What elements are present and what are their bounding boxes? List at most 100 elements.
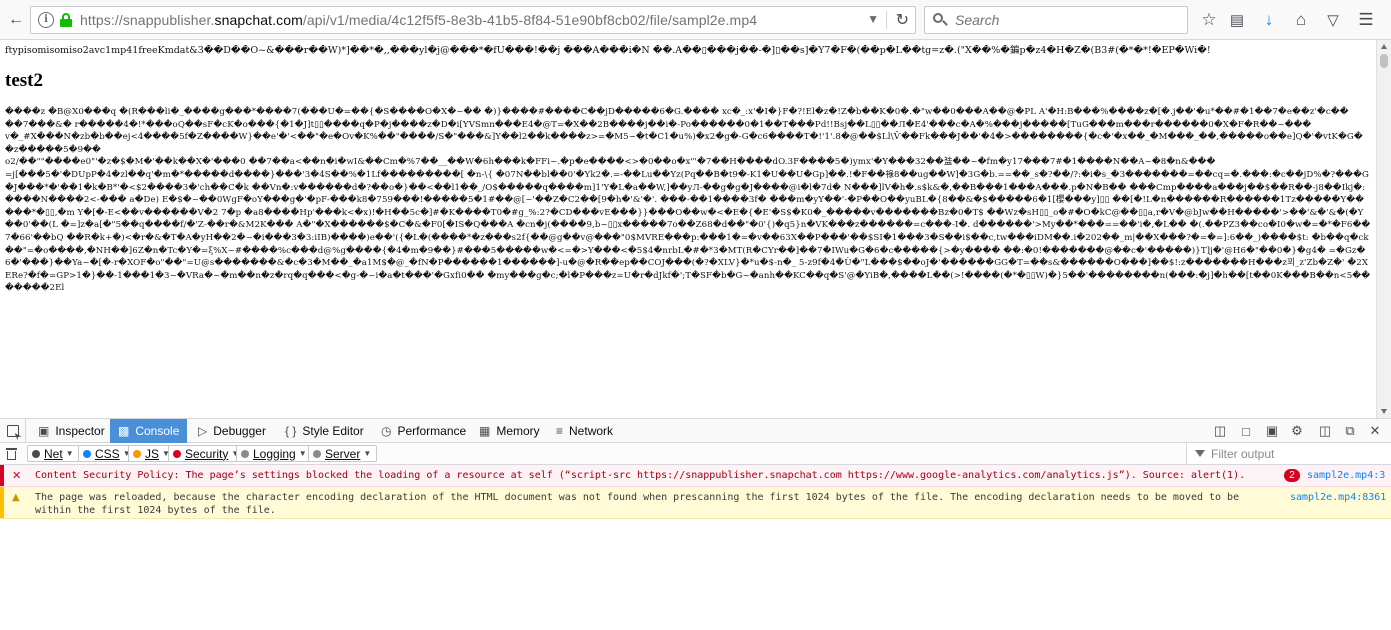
back-arrow-icon[interactable]: ← xyxy=(3,8,29,32)
url-path: /api/v1/media/4c12f5f5-8e3b-41b5-8f84-51… xyxy=(302,12,758,28)
page-heading: test2 xyxy=(5,70,43,91)
console-error-message[interactable]: ✕ Content Security Policy: The page’s se… xyxy=(0,465,1391,487)
tab-network[interactable]: ≡ Network xyxy=(548,419,621,443)
home-icon[interactable]: ⌂ xyxy=(1290,9,1312,31)
filter-funnel-icon xyxy=(1195,450,1205,457)
message-text: Content Security Policy: The page’s sett… xyxy=(35,470,1246,481)
reload-icon[interactable]: ↻ xyxy=(896,10,909,30)
tab-debugger[interactable]: ▷ Debugger xyxy=(190,419,274,443)
scrollbar-thumb[interactable] xyxy=(1380,54,1388,68)
scroll-up-icon[interactable] xyxy=(1381,44,1387,49)
security-dot-icon xyxy=(173,449,181,458)
tab-console[interactable]: ▩ Console xyxy=(110,419,187,443)
pocket-icon[interactable]: ▽ xyxy=(1322,9,1344,31)
tab-label: Network xyxy=(569,424,614,438)
chevron-down-icon: ▼ xyxy=(65,449,74,458)
url-separator xyxy=(886,11,887,29)
filter-label: Logging xyxy=(253,446,296,461)
screenshot-icon[interactable]: ▣ xyxy=(1263,422,1281,440)
filter-logging-button[interactable]: Logging ▼ xyxy=(236,445,313,462)
performance-icon: ◷ xyxy=(381,424,392,438)
message-source-link[interactable]: sampl2e.mp4:3 xyxy=(1307,469,1385,482)
network-icon: ≡ xyxy=(556,424,564,438)
url-text[interactable]: https://snappublisher.snapchat.com/api/v… xyxy=(80,12,757,28)
debugger-icon: ▷ xyxy=(198,424,208,438)
scroll-down-icon[interactable] xyxy=(1381,409,1387,414)
binary-tail: =j[���5�'�DUpP�4�zl��q'�m�*�����d����}��… xyxy=(5,169,1371,294)
settings-gear-icon[interactable]: ⚙ xyxy=(1288,422,1306,440)
search-bar[interactable] xyxy=(924,6,1188,34)
warning-bar xyxy=(0,487,4,518)
download-icon[interactable]: ↓ xyxy=(1258,9,1280,31)
separate-window-icon[interactable]: ⧉ xyxy=(1341,422,1359,440)
page-content: ftypisomisomiso2avc1mp41freeKmdat&3��D��… xyxy=(0,40,1376,418)
filter-output-input[interactable] xyxy=(1211,446,1391,461)
console-icon: ▩ xyxy=(118,424,130,438)
net-dot-icon xyxy=(32,449,40,458)
tab-performance[interactable]: ◷ Performance xyxy=(373,419,474,443)
memory-icon: ▦ xyxy=(479,424,491,438)
url-prefix: https://snappublisher. xyxy=(80,12,215,28)
star-icon[interactable]: ☆ xyxy=(1198,9,1220,31)
warning-triangle-icon: ▲ xyxy=(12,492,20,503)
dock-side-icon[interactable]: ◫ xyxy=(1316,422,1334,440)
binary-line: v�_#X���N�zb�b��ej<4����5f�Z����W}��e'�'… xyxy=(5,132,1363,155)
console-warning-message[interactable]: ▲ The page was reloaded, because the cha… xyxy=(0,487,1391,519)
binary-body-text: ����z �B@X0���q �(R���li�_����g���*����7… xyxy=(5,106,1371,418)
binary-line: o2/��""����e0"'�z�$�M�'��k��X�'���0 ��7�… xyxy=(5,157,1216,168)
message-source-link[interactable]: sampl2e.mp4:8361 xyxy=(1290,491,1386,504)
chevron-down-icon: ▼ xyxy=(298,449,307,458)
filter-label: JS xyxy=(145,446,160,461)
binary-line: ����z �B@X0���q �(R���li�_����g���*����7… xyxy=(5,107,1349,117)
responsive-design-icon[interactable]: □ xyxy=(1237,422,1255,440)
error-bar xyxy=(0,465,4,486)
inspector-icon: ▣ xyxy=(38,424,50,438)
filter-output-field[interactable] xyxy=(1186,443,1391,464)
binary-header-text: ftypisomisomiso2avc1mp41freeKmdat&3��D��… xyxy=(5,45,1211,56)
logging-dot-icon xyxy=(241,449,249,458)
clear-console-icon[interactable] xyxy=(6,447,17,460)
filter-label: CSS xyxy=(95,446,120,461)
tab-label: Debugger xyxy=(213,424,266,438)
tab-memory[interactable]: ▦ Memory xyxy=(471,419,548,443)
tab-label: Memory xyxy=(496,424,540,438)
search-icon xyxy=(933,13,948,27)
page-scrollbar[interactable] xyxy=(1376,40,1391,418)
console-filterbar: Net ▼ CSS ▼ JS ▼ Security ▼ Logging ▼ Se… xyxy=(0,443,1391,465)
search-input[interactable] xyxy=(955,12,1175,28)
error-x-icon: ✕ xyxy=(12,469,22,482)
devtools-tabbar: ▣ Inspector ▩ Console ▷ Debugger { } Sty… xyxy=(0,419,1391,443)
tab-label: Style Editor xyxy=(302,424,364,438)
chevron-down-icon: ▼ xyxy=(363,449,372,458)
tab-label: Console xyxy=(135,424,180,438)
filter-label: Server xyxy=(325,446,361,461)
filter-net-button[interactable]: Net ▼ xyxy=(27,445,80,462)
browser-toolbar: ← i https://snappublisher.snapchat.com/a… xyxy=(0,0,1391,40)
close-icon[interactable]: ✕ xyxy=(1366,422,1384,440)
reading-list-icon[interactable]: ▤ xyxy=(1226,9,1248,31)
info-icon[interactable]: i xyxy=(38,12,54,28)
filter-server-button[interactable]: Server ▼ xyxy=(308,445,378,462)
element-picker-icon[interactable] xyxy=(0,419,26,443)
tab-label: Performance xyxy=(397,424,467,438)
filter-label: Security xyxy=(185,446,229,461)
js-dot-icon xyxy=(133,449,141,458)
server-dot-icon xyxy=(313,449,321,458)
repeat-count-badge: 2 xyxy=(1284,469,1300,482)
lock-icon[interactable] xyxy=(60,13,72,27)
filter-label: Net xyxy=(44,446,63,461)
tab-inspector[interactable]: ▣ Inspector xyxy=(30,419,113,443)
tab-label: Inspector xyxy=(55,424,105,438)
menu-icon[interactable]: ☰ xyxy=(1355,9,1377,31)
url-host: snapchat.com xyxy=(214,12,303,28)
devtools-panel: ▣ Inspector ▩ Console ▷ Debugger { } Sty… xyxy=(0,418,1391,630)
style-editor-icon: { } xyxy=(285,424,297,438)
split-console-icon[interactable]: ◫ xyxy=(1211,422,1229,440)
url-bar[interactable]: i https://snappublisher.snapchat.com/api… xyxy=(30,6,916,34)
tab-style-editor[interactable]: { } Style Editor xyxy=(277,419,372,443)
css-dot-icon xyxy=(83,449,91,458)
binary-line: ��7���&� r�����4�!*���oQ��sF�cK�o���{�1�… xyxy=(5,119,1312,130)
url-dropdown-icon[interactable]: ▼ xyxy=(867,12,879,26)
filter-security-button[interactable]: Security ▼ xyxy=(168,445,246,462)
message-text: The page was reloaded, because the chara… xyxy=(35,492,1246,516)
